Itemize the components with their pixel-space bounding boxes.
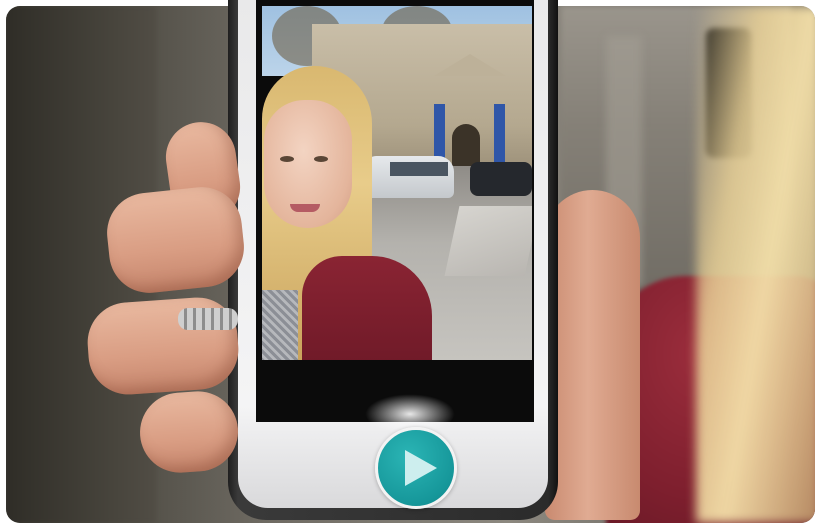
blonde-hair xyxy=(696,6,815,523)
building-pediment xyxy=(434,54,506,76)
silver-ring xyxy=(178,308,238,330)
lips xyxy=(290,204,320,212)
van-window xyxy=(390,162,448,176)
blue-banner xyxy=(494,104,505,162)
eye xyxy=(314,156,328,162)
middle-finger xyxy=(103,183,248,297)
black-car xyxy=(470,162,532,196)
play-icon xyxy=(405,450,437,486)
stone-steps xyxy=(444,206,532,276)
blue-banner xyxy=(434,104,445,162)
selfie-photo xyxy=(262,6,532,360)
thumb xyxy=(545,190,640,520)
patterned-shirt xyxy=(262,290,298,360)
eye xyxy=(280,156,294,162)
red-jacket xyxy=(302,256,432,360)
play-button[interactable] xyxy=(375,427,457,509)
